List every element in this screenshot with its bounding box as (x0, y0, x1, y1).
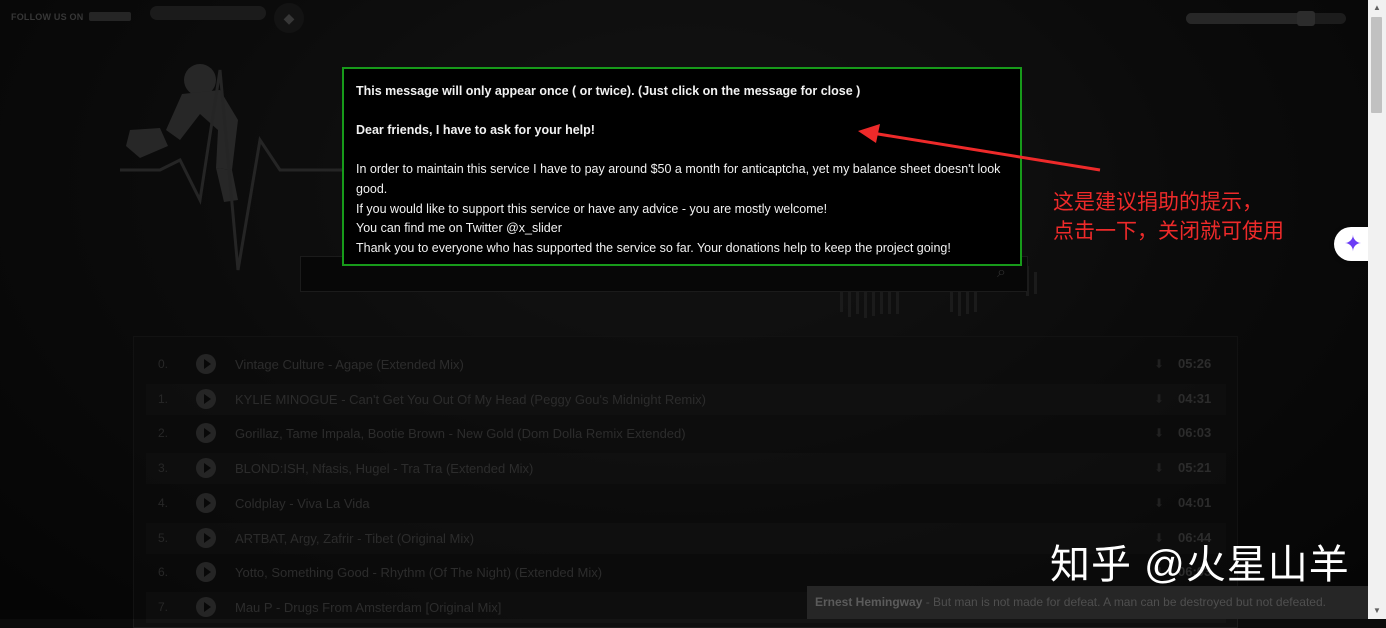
scroll-up-icon[interactable]: ▲ (1368, 0, 1386, 16)
modal-line-twitter: You can find me on Twitter @x_slider (356, 221, 562, 236)
scroll-down-icon[interactable]: ▼ (1368, 603, 1386, 619)
modal-line-thanks: Thank you to everyone who has supported … (356, 240, 951, 255)
modal-line-support: If you would like to support this servic… (356, 201, 828, 216)
page-scrollbar[interactable]: ▲ ▼ (1368, 0, 1386, 619)
annotation-note: 这是建议捐助的提示， 点击一下，关闭就可使用 (1053, 188, 1284, 246)
modal-line-greeting: Dear friends, I have to ask for your hel… (356, 123, 595, 138)
modal-line-notice: This message will only appear once ( or … (356, 84, 861, 98)
quote-author: Ernest Hemingway (815, 595, 923, 609)
annotation-line-2: 点击一下，关闭就可使用 (1053, 220, 1284, 243)
modal-line-cost: In order to maintain this service I have… (356, 162, 1001, 196)
watermark: 知乎 @火星山羊 (1050, 543, 1350, 587)
scroll-thumb[interactable] (1371, 17, 1382, 113)
sparkle-icon[interactable]: ✦ (1334, 227, 1372, 261)
annotation-line-1: 这是建议捐助的提示， (1053, 191, 1263, 214)
quote-bar: Ernest Hemingway - But man is not made f… (807, 586, 1368, 619)
donation-message-modal[interactable]: This message will only appear once ( or … (342, 67, 1022, 266)
quote-text: - But man is not made for defeat. A man … (922, 595, 1326, 609)
